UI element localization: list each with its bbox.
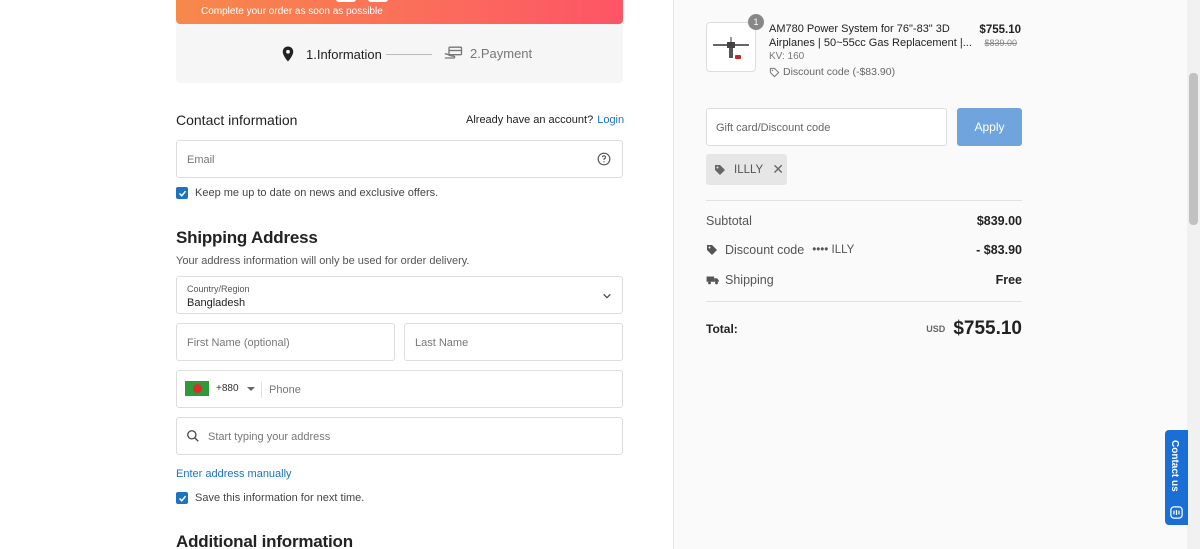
step-connector [386, 54, 432, 55]
contact-us-label: Contact us [1169, 440, 1180, 492]
total-value: $755.10 [953, 318, 1022, 339]
country-label: Country/Region [187, 284, 250, 294]
product-title: AM780 Power System for 76"-83" 3D Airpla… [769, 23, 972, 49]
tag-icon [769, 67, 780, 77]
contact-us-tab[interactable]: Contact us [1165, 430, 1188, 525]
banner-text: Complete your order as soon as possible [201, 6, 383, 17]
checkmark-icon[interactable] [176, 187, 188, 199]
applied-discount-tag: ILLLY ✕ [706, 154, 787, 185]
discount-row: Discount code •••• ILLY - $83.90 [706, 243, 1022, 257]
chevron-down-icon [603, 293, 611, 299]
address-placeholder: Start typing your address [208, 431, 331, 443]
shipping-label: Shipping [725, 273, 774, 287]
country-select[interactable]: Country/Region Bangladesh [176, 276, 623, 314]
product-discount-text: Discount code (-$83.90) [783, 66, 896, 78]
currency-code: USD [926, 324, 946, 334]
product-original-price: $839.00 [984, 38, 1017, 48]
order-summary-column: 1 AM780 Power System for 76"-83" 3D Airp… [673, 0, 1200, 549]
last-name-placeholder: Last Name [415, 337, 469, 349]
quantity-badge: 1 [748, 14, 764, 30]
step-information[interactable]: 1.Information [279, 45, 382, 63]
contact-information-title: Contact information [176, 112, 298, 128]
step-payment[interactable]: 2.Payment [444, 45, 532, 61]
step-payment-label: 2.Payment [470, 45, 533, 61]
phone-divider [261, 382, 262, 398]
product-price: $755.10 [979, 24, 1021, 36]
phone-code: +880 [216, 383, 239, 394]
newsletter-checkbox[interactable]: Keep me up to date on news and exclusive… [176, 187, 438, 199]
gift-card-input[interactable]: Gift card/Discount code [706, 108, 947, 146]
truck-icon [706, 276, 719, 285]
save-info-checkbox[interactable]: Save this information for next time. [176, 492, 364, 504]
discount-code-masked: •••• ILLY [812, 244, 855, 256]
first-name-placeholder: First Name (optional) [187, 337, 290, 349]
phone-placeholder: Phone [269, 384, 301, 396]
summary-divider [706, 200, 1022, 201]
product-variant: KV: 160 [769, 51, 805, 62]
shipping-row: Shipping Free [706, 273, 1022, 287]
newsletter-label: Keep me up to date on news and exclusive… [195, 187, 439, 199]
subtotal-row: Subtotal $839.00 [706, 214, 1022, 228]
first-name-field[interactable]: First Name (optional) [176, 323, 395, 361]
email-field[interactable]: Email [176, 140, 623, 178]
tag-icon [715, 164, 725, 175]
login-link[interactable]: Login [597, 114, 624, 126]
product-thumbnail [706, 22, 756, 72]
account-prompt-text: Already have an account? [466, 114, 594, 126]
bangladesh-flag-icon [185, 381, 209, 396]
urgency-banner: Complete your order as soon as possible [176, 0, 623, 24]
apply-button[interactable]: Apply [957, 108, 1022, 146]
help-circle-icon[interactable] [597, 152, 611, 166]
power-system-product-image [713, 37, 749, 59]
address-search-field[interactable]: Start typing your address [176, 417, 623, 455]
country-value: Bangladesh [187, 297, 246, 309]
summary-divider [706, 301, 1022, 302]
caret-down-icon [246, 386, 255, 391]
subtotal-label: Subtotal [706, 214, 752, 228]
timer-box [336, 0, 356, 2]
account-prompt: Already have an account? Login [466, 114, 624, 126]
product-discount: Discount code (-$83.90) [769, 66, 895, 78]
page-scrollbar[interactable] [1187, 0, 1200, 549]
checkmark-icon[interactable] [176, 492, 188, 504]
last-name-field[interactable]: Last Name [404, 323, 623, 361]
scrollbar-thumb[interactable] [1189, 73, 1198, 225]
additional-information-title: Additional information [176, 532, 353, 549]
tag-icon [707, 245, 717, 255]
checkout-form-column: Complete your order as soon as possible … [0, 0, 673, 549]
phone-field[interactable]: +880 Phone [176, 370, 623, 408]
gift-card-placeholder: Gift card/Discount code [716, 122, 831, 134]
remove-code-icon[interactable]: ✕ [772, 161, 784, 178]
shipping-address-title: Shipping Address [176, 228, 318, 247]
shipping-subtitle: Your address information will only be us… [176, 255, 470, 267]
email-placeholder: Email [187, 154, 215, 166]
subtotal-value: $839.00 [976, 214, 1022, 228]
chat-icon [1170, 506, 1183, 519]
shipping-value: Free [995, 273, 1022, 287]
total-row: Total: USD $755.10 [706, 318, 1022, 340]
applied-code: ILLLY [734, 163, 764, 176]
discount-label: Discount code [725, 243, 805, 257]
enter-address-manually-link[interactable]: Enter address manually [176, 468, 292, 480]
card-hand-icon [444, 46, 463, 59]
timer-box [368, 0, 388, 2]
country-code-selector[interactable]: +880 [185, 381, 256, 396]
search-icon [187, 430, 199, 442]
save-info-label: Save this information for next time. [195, 492, 365, 504]
total-label: Total: [706, 322, 738, 336]
location-pin-icon [282, 46, 294, 62]
checkout-steps: 1.Information 2.Payment [176, 24, 623, 83]
step-information-label: 1.Information [306, 46, 382, 62]
discount-value: - $83.90 [976, 243, 1022, 257]
